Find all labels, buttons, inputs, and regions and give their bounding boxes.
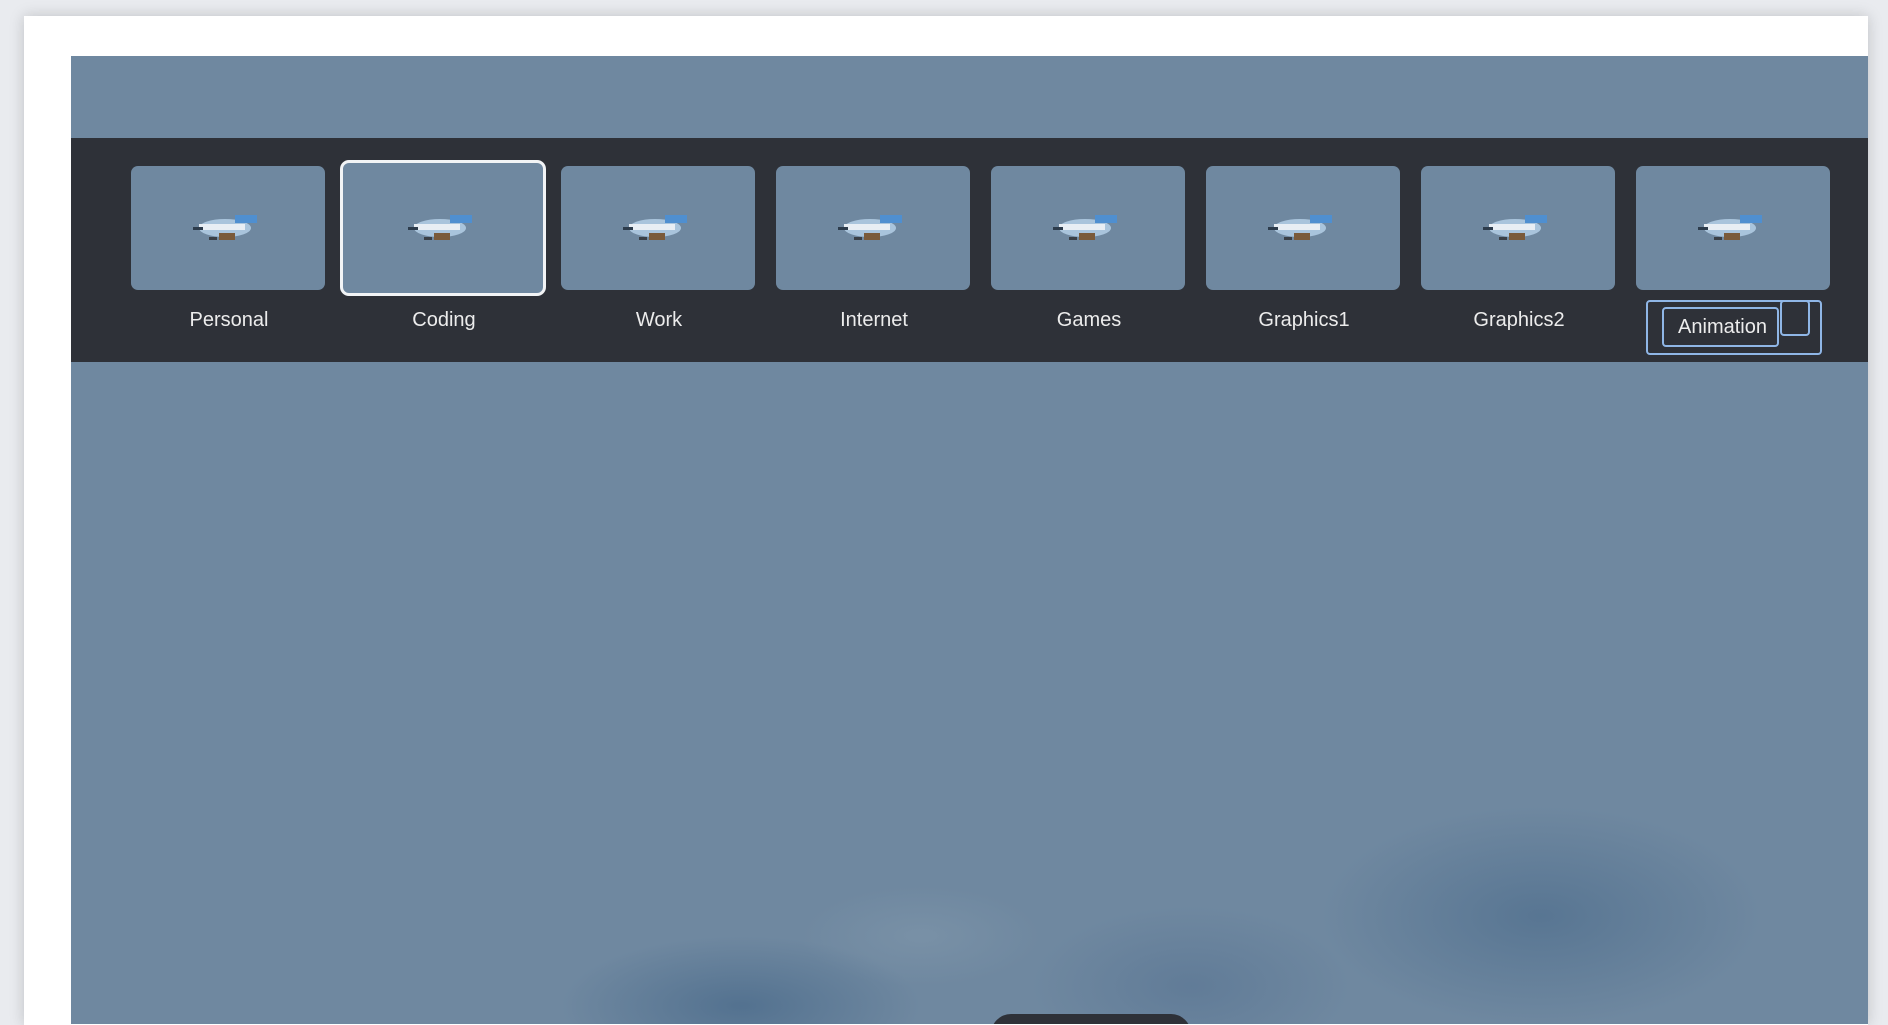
workspace-personal[interactable]: Personal (131, 138, 327, 362)
workspace-thumbnail[interactable] (561, 166, 755, 290)
dock-handle[interactable] (991, 1014, 1191, 1024)
workspace-label[interactable]: Games (991, 308, 1187, 332)
workspace-thumbnail[interactable] (131, 166, 325, 290)
wallpaper-thumbnail-icon (1698, 215, 1762, 240)
workspace-label[interactable]: Personal (131, 308, 327, 332)
workspace-label[interactable]: Coding (346, 308, 542, 332)
workspace-games[interactable]: Games (991, 138, 1187, 362)
workspace-thumbnail[interactable] (776, 166, 970, 290)
wallpaper-thumbnail-icon (838, 215, 902, 240)
workspace-graphics2[interactable]: Graphics2 (1421, 138, 1617, 362)
workspace-thumbnail-selected[interactable] (340, 160, 546, 296)
workspace-thumbnail[interactable] (991, 166, 1185, 290)
workspace-name-input[interactable]: Animation (1646, 300, 1822, 355)
workspace-graphics1[interactable]: Graphics1 (1206, 138, 1402, 362)
workspace-thumbnail[interactable] (1206, 166, 1400, 290)
workspace-thumbnail[interactable] (1636, 166, 1830, 290)
screenshot-frame: Personal Coding Work Internet Games Grap… (24, 16, 1868, 1025)
workspace-label[interactable]: Internet (776, 308, 972, 332)
workspace-label[interactable]: Graphics2 (1421, 308, 1617, 332)
workspace-label[interactable]: Graphics1 (1206, 308, 1402, 332)
text-caret (1779, 300, 1810, 336)
workspace-label: Animation (1662, 307, 1779, 347)
workspace-work[interactable]: Work (561, 138, 757, 362)
workspace-label[interactable]: Work (561, 308, 757, 332)
workspace-name-edit-field[interactable]: Animation (1636, 300, 1832, 355)
workspace-internet[interactable]: Internet (776, 138, 972, 362)
workspace-switcher-bar: Personal Coding Work Internet Games Grap… (71, 138, 1868, 362)
wallpaper-thumbnail-icon (1053, 215, 1117, 240)
workspace-thumbnail[interactable] (1421, 166, 1615, 290)
wallpaper-thumbnail-icon (1268, 215, 1332, 240)
workspace-animation[interactable]: Animation (1636, 138, 1832, 362)
wallpaper-thumbnail-icon (623, 215, 687, 240)
workspace-coding[interactable]: Coding (340, 138, 546, 362)
wallpaper-thumbnail-icon (193, 215, 257, 240)
wallpaper-thumbnail-icon (1483, 215, 1547, 240)
desktop-background: Personal Coding Work Internet Games Grap… (71, 56, 1868, 1024)
wallpaper-thumbnail-icon (408, 215, 472, 240)
